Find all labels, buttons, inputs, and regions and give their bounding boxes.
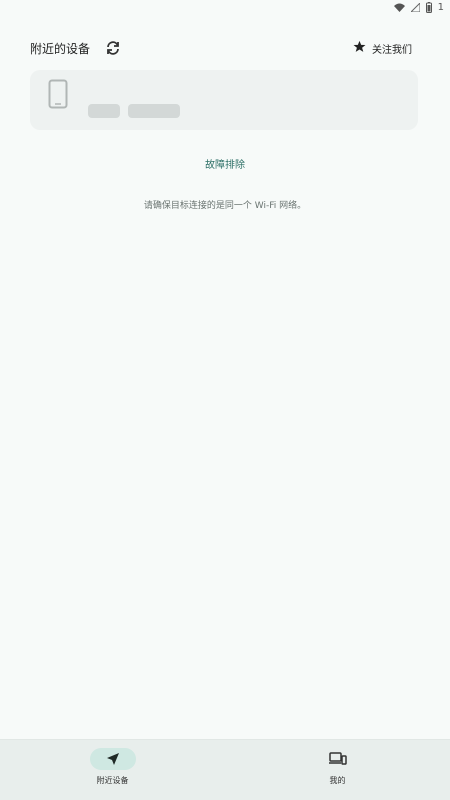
- follow-us-label: 关注我们: [372, 44, 412, 56]
- wifi-icon: [393, 3, 405, 12]
- battery-icon: [425, 1, 432, 13]
- page-title: 附近的设备: [30, 41, 91, 56]
- nav-item-mine[interactable]: 我的: [225, 740, 450, 800]
- star-icon: [353, 40, 366, 56]
- battery-level-text: 1: [437, 1, 444, 13]
- nav-item-nearby-devices[interactable]: 附近设备: [0, 740, 225, 800]
- nav-label-nearby-devices: 附近设备: [96, 776, 129, 785]
- navigation-arrow-icon: [89, 748, 136, 770]
- wifi-hint-text: 请确保目标连接的是同一个 Wi-Fi 网络。: [143, 201, 307, 211]
- refresh-icon[interactable]: [104, 39, 122, 57]
- troubleshoot-link[interactable]: 故障排除: [0, 156, 450, 171]
- header-left: 附近的设备: [30, 39, 122, 57]
- follow-us-button[interactable]: 关注我们: [353, 40, 412, 56]
- status-bar: 1: [0, 0, 450, 14]
- devices-icon: [315, 748, 361, 770]
- device-info-placeholder: [128, 104, 180, 118]
- device-name-placeholder: [88, 104, 120, 118]
- device-card[interactable]: [30, 70, 418, 130]
- header: 附近的设备 关注我们: [30, 36, 412, 60]
- signal-icon: [410, 2, 420, 12]
- nav-label-mine: 我的: [329, 776, 346, 785]
- bottom-navigation: 附近设备 我的: [0, 739, 450, 800]
- smartphone-icon: [48, 79, 68, 113]
